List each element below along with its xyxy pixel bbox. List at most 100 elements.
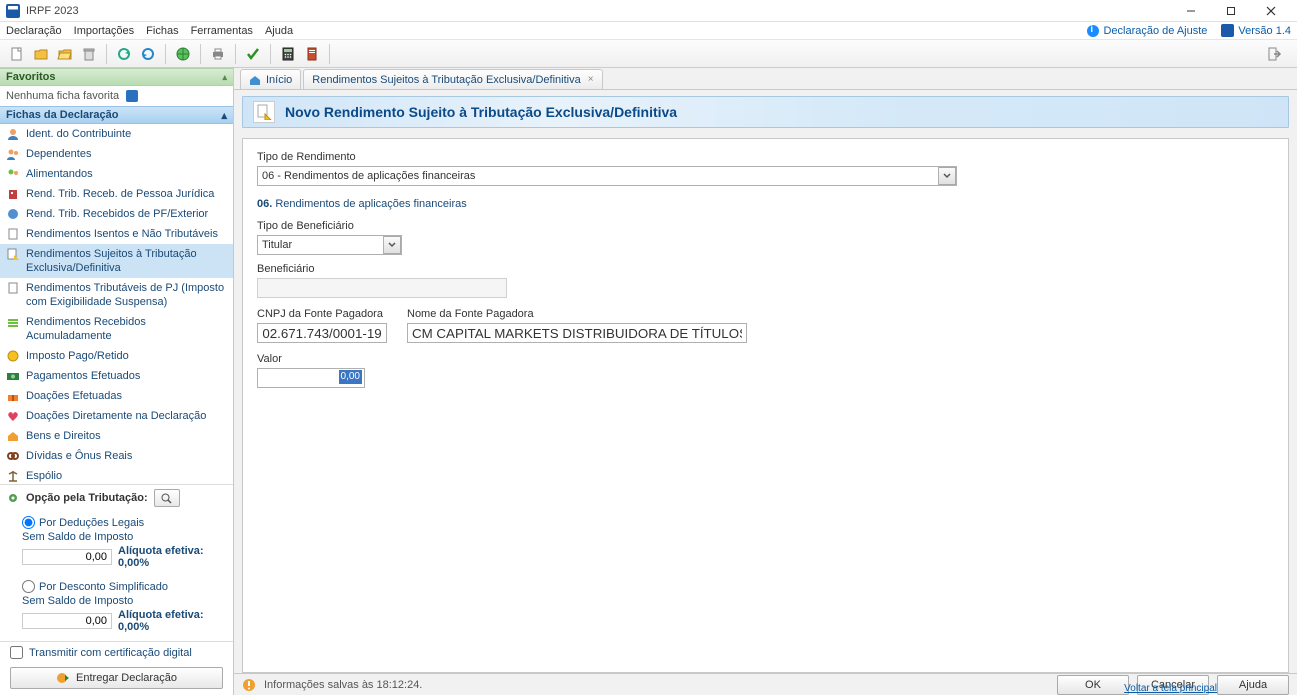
beneficiario-label: Beneficiário [257,263,1274,275]
link-versao[interactable]: Versão 1.4 [1221,24,1291,37]
toolbar-refresh1[interactable] [113,43,135,65]
nome-fonte-label: Nome da Fonte Pagadora [407,308,747,320]
toolbar-sep6 [329,44,330,64]
ficha-doacoes[interactable]: Doações Efetuadas [0,386,233,406]
dropdown-icon[interactable] [938,167,956,185]
toolbar-exit[interactable] [1263,43,1285,65]
menubar: Declaração Importações Fichas Ferramenta… [0,22,1297,40]
page-header: Novo Rendimento Sujeito à Tributação Exc… [242,96,1289,128]
info-icon [1087,25,1099,37]
bottom-bar: Informações salvas às 18:12:24. OK Cance… [234,673,1297,695]
status-icon [242,678,256,692]
tab-close-icon[interactable]: × [588,74,594,85]
minimize-button[interactable] [1171,0,1211,22]
close-button[interactable] [1251,0,1291,22]
scale-icon [6,469,20,483]
menu-ajuda[interactable]: Ajuda [265,25,293,37]
radio-simplificado-input[interactable] [22,580,35,593]
radio-deducoes-input[interactable] [22,516,35,529]
chain-icon [6,449,20,463]
tipo-rendimento-label: Tipo de Rendimento [257,151,1274,163]
tipo-beneficiario-combo[interactable]: Titular [257,235,402,255]
toolbar-new[interactable] [6,43,28,65]
entregar-button[interactable]: Entregar Declaração [10,667,223,689]
collapse-icon-2[interactable]: ▴ [221,109,227,122]
ficha-doacoes-decl[interactable]: Doações Diretamente na Declaração [0,406,233,426]
dropdown-icon-2[interactable] [383,236,401,254]
toolbar-open2[interactable] [54,43,76,65]
transmit-label: Transmitir com certificação digital [29,647,192,659]
transmit-checkbox[interactable] [10,646,23,659]
deducoes-aliq: Alíquota efetiva: 0,00% [118,545,223,569]
ficha-ident-contribuinte[interactable]: Ident. do Contribuinte [0,124,233,144]
tipo-beneficiario-label: Tipo de Beneficiário [257,220,1274,232]
ficha-bens[interactable]: Bens e Direitos [0,426,233,446]
ficha-dividas[interactable]: Dívidas e Ônus Reais [0,446,233,466]
simplificado-valor [22,613,112,629]
toolbar-open[interactable] [30,43,52,65]
ficha-dependentes[interactable]: Dependentes [0,144,233,164]
toolbar-sep2 [165,44,166,64]
ficha-rend-pf[interactable]: Rend. Trib. Recebidos de PF/Exterior [0,204,233,224]
toolbar-sep5 [270,44,271,64]
valor-selection: 0,00 [339,370,362,384]
ficha-alimentandos[interactable]: Alimentandos [0,164,233,184]
fichas-header[interactable]: Fichas da Declaração ▴ [0,106,233,124]
voltar-link[interactable]: Voltar a tela principal [1124,683,1217,694]
valor-label: Valor [257,353,1274,365]
cnpj-input[interactable] [257,323,387,343]
ficha-pj-suspensa[interactable]: Rendimentos Tributáveis de PJ (Imposto c… [0,278,233,312]
toolbar-print[interactable] [207,43,229,65]
form-area: Tipo de Rendimento 06 - Rendimentos de a… [242,138,1289,673]
doc-icon2 [6,281,20,295]
toolbar-calc[interactable] [277,43,299,65]
heart-icon [6,409,20,423]
menu-ferramentas[interactable]: Ferramentas [191,25,253,37]
nome-fonte-input[interactable] [407,323,747,343]
ficha-imposto-pago[interactable]: Imposto Pago/Retido [0,346,233,366]
transmit-row[interactable]: Transmitir com certificação digital [0,641,233,663]
toolbar-check[interactable] [242,43,264,65]
tab-current[interactable]: Rendimentos Sujeitos à Tributação Exclus… [303,69,602,89]
ficha-tributacao-exclusiva[interactable]: Rendimentos Sujeitos à Tributação Exclus… [0,244,233,278]
ajuda-button[interactable]: Ajuda [1217,675,1289,695]
collapse-icon[interactable]: ▴ [222,72,227,83]
toolbar-globe[interactable] [172,43,194,65]
radio-simplificado[interactable]: Por Desconto Simplificado [22,580,223,593]
house-icon [6,429,20,443]
ficha-acumulada[interactable]: Rendimentos Recebidos Acumuladamente [0,312,233,346]
favorites-title: Favoritos [6,71,56,83]
toolbar-refresh2[interactable] [137,43,159,65]
ficha-rend-pj[interactable]: Rend. Trib. Receb. de Pessoa Jurídica [0,184,233,204]
cnpj-label: CNPJ da Fonte Pagadora [257,308,387,320]
ficha-espolio[interactable]: Espólio [0,466,233,484]
toolbar-sep [106,44,107,64]
toolbar-receipt[interactable] [301,43,323,65]
stack-icon [6,315,20,329]
simplificado-block: Por Desconto Simplificado Sem Saldo de I… [0,575,233,639]
search-button[interactable] [154,489,180,507]
favorites-header[interactable]: Favoritos ▴ [0,68,233,86]
ficha-isentos[interactable]: Rendimentos Isentos e Não Tributáveis [0,224,233,244]
opcao-tributacao-row: Opção pela Tributação: [0,484,233,511]
ficha-pagamentos[interactable]: Pagamentos Efetuados [0,366,233,386]
opcao-label: Opção pela Tributação: [26,492,148,504]
tab-inicio[interactable]: Início [240,69,301,89]
radio-deducoes[interactable]: Por Deduções Legais [22,516,223,529]
version-icon [1221,24,1234,37]
link-declaracao-ajuste[interactable]: Declaração de Ajuste [1087,25,1207,37]
tipo-rendimento-combo[interactable]: 06 - Rendimentos de aplicações financeir… [257,166,957,186]
sidebar: Favoritos ▴ Nenhuma ficha favorita Ficha… [0,68,234,695]
beneficiario-input [257,278,507,298]
status-text: Informações salvas às 18:12:24. [264,679,422,691]
window-title: IRPF 2023 [26,5,79,17]
money-icon [6,369,20,383]
tabs-row: Início Rendimentos Sujeitos à Tributação… [234,68,1297,90]
fichas-list: Ident. do Contribuinte Dependentes Alime… [0,124,233,484]
toolbar-delete[interactable] [78,43,100,65]
menu-importacoes[interactable]: Importações [74,25,135,37]
maximize-button[interactable] [1211,0,1251,22]
menu-declaracao[interactable]: Declaração [6,25,62,37]
menu-fichas[interactable]: Fichas [146,25,178,37]
ok-button[interactable]: OK [1057,675,1129,695]
